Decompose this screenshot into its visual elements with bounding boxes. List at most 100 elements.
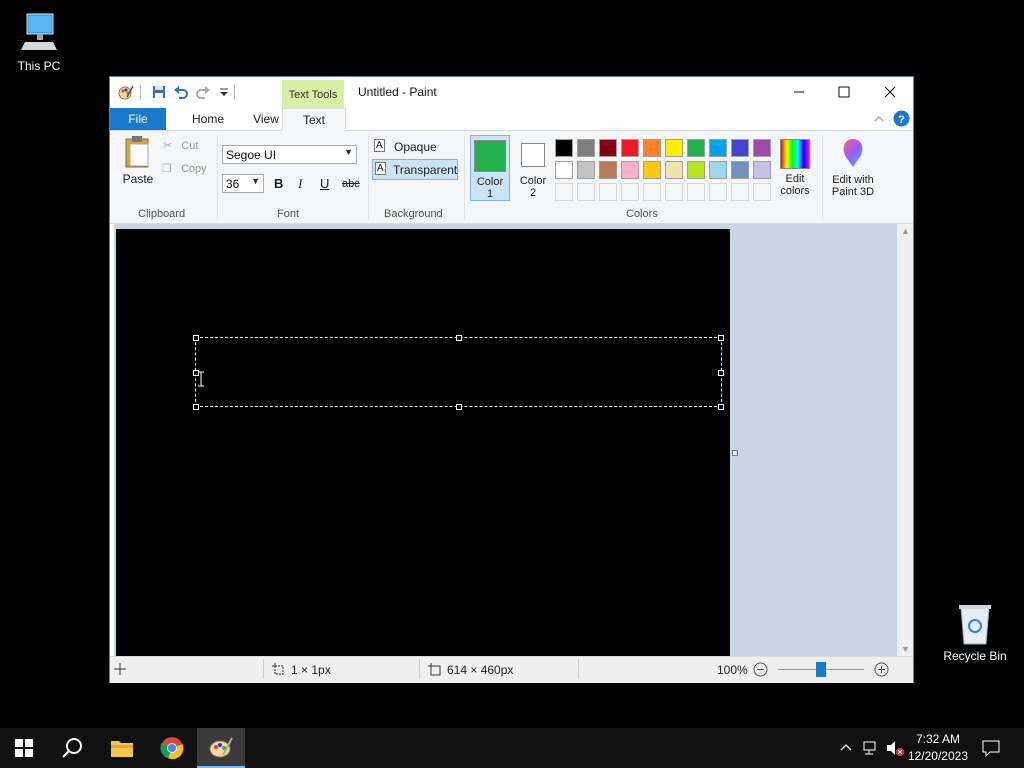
- save-icon[interactable]: [151, 84, 167, 100]
- collapse-ribbon-icon[interactable]: [874, 114, 884, 124]
- palette-swatch[interactable]: [555, 139, 573, 157]
- desktop-icon-this-pc[interactable]: This PC: [4, 10, 74, 73]
- palette-swatch[interactable]: [687, 161, 705, 179]
- canvas-workspace[interactable]: [114, 224, 897, 656]
- scroll-up-icon[interactable]: ▲: [901, 226, 910, 236]
- resize-handle[interactable]: [718, 335, 724, 341]
- bold-button[interactable]: B: [274, 176, 283, 191]
- minimize-button[interactable]: [776, 77, 822, 107]
- drawing-canvas[interactable]: [116, 229, 730, 656]
- taskbar-paint[interactable]: [197, 728, 245, 768]
- taskbar-chrome[interactable]: [148, 728, 196, 768]
- palette-swatch[interactable]: [709, 183, 727, 201]
- resize-handle[interactable]: [193, 404, 199, 410]
- maximize-icon: [838, 86, 850, 98]
- palette-swatch[interactable]: [665, 183, 683, 201]
- notifications-icon[interactable]: [982, 740, 1000, 757]
- strikethrough-button[interactable]: abc: [342, 178, 360, 190]
- tab-text[interactable]: Text: [282, 108, 346, 132]
- edit-colors-button[interactable]: Edit colors: [774, 135, 816, 201]
- palette-swatch[interactable]: [621, 183, 639, 201]
- group-label-background: Background: [384, 208, 443, 220]
- palette-swatch[interactable]: [731, 139, 749, 157]
- resize-handle[interactable]: [718, 370, 724, 376]
- vertical-scrollbar[interactable]: ▲ ▼: [897, 224, 913, 656]
- taskbar-file-explorer[interactable]: [98, 728, 146, 768]
- underline-button[interactable]: U: [320, 176, 329, 191]
- palette-swatch[interactable]: [709, 161, 727, 179]
- maximize-button[interactable]: [821, 77, 867, 107]
- volume-muted-icon[interactable]: [886, 740, 906, 756]
- palette-swatch[interactable]: [599, 139, 617, 157]
- palette-swatch[interactable]: [731, 161, 749, 179]
- palette-swatch[interactable]: [621, 161, 639, 179]
- undo-icon[interactable]: [173, 84, 189, 100]
- palette-swatch[interactable]: [665, 161, 683, 179]
- selection-size-icon: [272, 663, 284, 675]
- cut-button[interactable]: ✂ Cut: [163, 139, 198, 152]
- paint-app-icon[interactable]: [118, 84, 134, 100]
- paint-window: Text Tools Untitled - Paint File Home Vi…: [109, 76, 914, 683]
- palette-swatch[interactable]: [555, 183, 573, 201]
- help-icon[interactable]: ?: [893, 110, 910, 127]
- tab-home[interactable]: Home: [180, 108, 236, 130]
- group-label-clipboard: Clipboard: [138, 208, 186, 220]
- zoom-slider-thumb[interactable]: [816, 662, 826, 677]
- taskbar: 7:32 AM 12/20/2023: [0, 728, 1024, 768]
- paste-button[interactable]: Paste: [118, 135, 158, 191]
- font-size-dropdown[interactable]: 36 ▼: [222, 174, 264, 193]
- resize-handle[interactable]: [718, 404, 724, 410]
- resize-handle[interactable]: [456, 404, 462, 410]
- show-hidden-icons-icon[interactable]: [840, 742, 852, 752]
- palette-swatch[interactable]: [665, 139, 683, 157]
- palette-swatch[interactable]: [687, 139, 705, 157]
- palette-swatch[interactable]: [599, 183, 617, 201]
- palette-swatch[interactable]: [643, 139, 661, 157]
- palette-swatch[interactable]: [709, 139, 727, 157]
- resize-handle[interactable]: [193, 335, 199, 341]
- palette-swatch[interactable]: [753, 139, 771, 157]
- folder-icon: [111, 741, 133, 757]
- palette-swatch[interactable]: [687, 183, 705, 201]
- palette-swatch[interactable]: [555, 161, 573, 179]
- color1-button[interactable]: Color 1: [470, 135, 510, 201]
- palette-swatch[interactable]: [753, 161, 771, 179]
- font-family-dropdown[interactable]: Segoe UI ▼: [222, 145, 357, 164]
- color2-label: Color 2: [519, 175, 547, 199]
- desktop-icon-recycle-bin[interactable]: Recycle Bin: [940, 602, 1010, 663]
- close-button[interactable]: [867, 77, 913, 107]
- palette-swatch[interactable]: [621, 139, 639, 157]
- network-icon[interactable]: [862, 740, 880, 756]
- computer-icon: [21, 13, 57, 50]
- customize-qat-icon[interactable]: [216, 84, 232, 100]
- palette-swatch[interactable]: [599, 161, 617, 179]
- zoom-out-icon[interactable]: [753, 662, 768, 677]
- edit-with-paint3d-button[interactable]: Edit with Paint 3D: [826, 135, 880, 201]
- opaque-button[interactable]: A Opaque: [372, 137, 458, 156]
- redo-icon[interactable]: [195, 84, 211, 100]
- canvas-resize-handle[interactable]: [732, 450, 738, 456]
- text-box[interactable]: [195, 337, 722, 407]
- color1-swatch: [474, 140, 506, 172]
- tab-file[interactable]: File: [110, 108, 166, 130]
- palette-swatch[interactable]: [577, 139, 595, 157]
- group-label-font: Font: [277, 208, 300, 220]
- palette-swatch[interactable]: [753, 183, 771, 201]
- scroll-down-icon[interactable]: ▼: [901, 644, 910, 654]
- palette-swatch[interactable]: [577, 161, 595, 179]
- palette-swatch[interactable]: [577, 183, 595, 201]
- copy-button[interactable]: ❐ Copy: [162, 162, 207, 175]
- taskbar-clock[interactable]: 7:32 AM 12/20/2023: [908, 731, 968, 765]
- italic-button[interactable]: I: [298, 176, 302, 192]
- color-spectrum-icon: [780, 139, 810, 169]
- search-button[interactable]: [48, 728, 96, 768]
- resize-handle[interactable]: [456, 335, 462, 341]
- selection-size-text: 1 × 1px: [291, 663, 331, 677]
- color2-button[interactable]: Color 2: [514, 135, 552, 201]
- palette-swatch[interactable]: [643, 161, 661, 179]
- transparent-button[interactable]: A Transparent: [372, 159, 458, 180]
- palette-swatch[interactable]: [643, 183, 661, 201]
- palette-swatch[interactable]: [731, 183, 749, 201]
- zoom-in-icon[interactable]: [874, 662, 889, 677]
- start-button[interactable]: [0, 728, 48, 768]
